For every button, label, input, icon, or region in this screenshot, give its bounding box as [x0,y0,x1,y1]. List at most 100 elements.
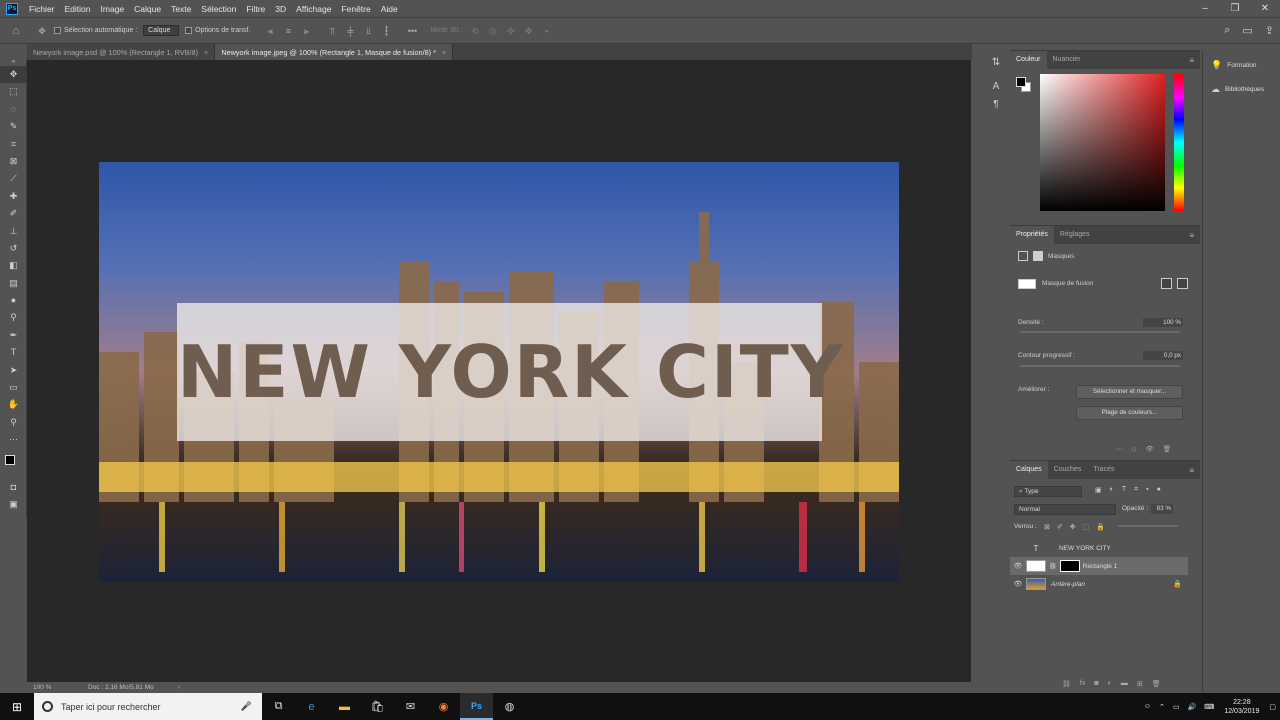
minimize-icon[interactable]: – [1190,0,1220,17]
lock-transparent-icon[interactable]: ⊠ [1044,523,1050,531]
lock-pixels-icon[interactable]: ✐ [1057,523,1063,531]
visibility-icon[interactable]: 👁 [1146,445,1154,453]
density-value[interactable]: 100 % [1143,318,1183,327]
lock-all-icon[interactable]: 🔒 [1096,523,1105,531]
fx-icon[interactable]: fx [1080,680,1085,688]
app-taskbar-icon[interactable]: ◍ [493,693,526,720]
density-slider[interactable] [1020,331,1180,333]
move-tool-icon[interactable]: ✥ [36,25,48,37]
menu-filtre[interactable]: Filtre [241,4,270,14]
mail-icon[interactable]: ✉ [394,693,427,720]
type-tool[interactable]: T [0,344,27,361]
close-icon[interactable]: ✕ [1250,0,1280,17]
shape-tool[interactable]: ▭ [0,379,27,396]
quick-select-tool[interactable]: ✎ [0,118,27,135]
delete-icon[interactable]: 🗑 [1163,445,1171,453]
lock-position-icon[interactable]: ✥ [1070,523,1076,531]
crop-tool[interactable]: ⌗ [0,136,27,153]
menu-fichier[interactable]: Fichier [24,4,60,14]
history-icon[interactable]: ⇅ [985,54,1007,72]
auto-select-option[interactable]: Sélection automatique : [54,27,137,34]
auto-select-checkbox[interactable] [54,27,61,34]
align-middle-icon[interactable]: ╪ [344,25,356,37]
pixel-filter-icon[interactable]: ▣ [1095,486,1102,494]
new-layer-icon[interactable]: ⊞ [1137,680,1143,688]
transform-option[interactable]: Options de transf. [185,27,250,34]
tab-newyork-jpeg[interactable]: Newyork image.jpeg @ 100% (Rectangle 1, … [215,44,454,60]
task-view-icon[interactable]: ⧉ [262,693,295,720]
menu-image[interactable]: Image [96,4,130,14]
eyedropper-tool[interactable]: ⟋ [0,170,27,187]
menu-fenetre[interactable]: Fenêtre [336,4,375,14]
tab-reglages[interactable]: Réglages [1054,226,1096,244]
layer-row-rectangle[interactable]: 👁 ⛓ Rectangle 1 [1010,557,1188,575]
load-selection-icon[interactable]: ⋯ [1116,445,1123,453]
layer-row-background[interactable]: 👁 Arrière-plan 🔒 [1010,575,1188,593]
shape-filter-icon[interactable]: ⌗ [1134,486,1138,494]
zoom-level[interactable]: 100 % [33,684,78,691]
fg-bg-colors[interactable] [0,449,27,479]
notifications-icon[interactable]: ▢ [1269,703,1276,711]
opacity-slider[interactable] [1118,525,1178,527]
workspace-icon[interactable]: ▭ [1242,24,1252,37]
people-icon[interactable]: ☺ [1144,703,1151,710]
apply-mask-icon[interactable] [1177,278,1188,289]
apply-icon[interactable]: ◇ [1132,445,1137,453]
firefox-icon[interactable]: ◉ [427,693,460,720]
layer-mask-icon[interactable] [1018,251,1028,261]
align-center-icon[interactable]: ≡ [282,25,294,37]
menu-edition[interactable]: Edition [60,4,96,14]
microphone-icon[interactable]: 🎤 [241,701,252,712]
transform-checkbox[interactable] [185,27,193,34]
clock[interactable]: 22:28 12/03/2019 [1224,698,1259,716]
filter-toggle-icon[interactable]: ● [1157,486,1161,494]
panel-menu-icon[interactable]: ≡ [1189,56,1194,65]
share-icon[interactable]: ⇪ [1265,24,1274,37]
tab-traces[interactable]: Tracés [1087,461,1120,479]
delete-layer-icon[interactable]: 🗑 [1152,680,1161,688]
menu-affichage[interactable]: Affichage [291,4,336,14]
chain-link-icon[interactable]: ⛓ [1049,563,1057,570]
tray-chevron-icon[interactable]: ⌃ [1159,703,1165,711]
group-icon[interactable]: ▬ [1121,680,1128,688]
align-left-icon[interactable]: ⫷ [264,25,276,37]
keyboard-icon[interactable]: ⌨ [1204,703,1214,711]
add-mask-icon[interactable]: ◙ [1094,680,1098,688]
formation-button[interactable]: 💡 Formation [1203,56,1280,74]
lasso-tool[interactable]: ◌ [0,101,27,118]
tab-couches[interactable]: Couches [1048,461,1088,479]
close-tab-icon[interactable]: × [204,48,208,57]
quick-mask-icon[interactable]: ◘ [0,479,27,496]
color-range-button[interactable]: Plage de couleurs... [1076,406,1183,420]
lock-artboard-icon[interactable]: ⬚ [1083,523,1090,531]
blend-mode-dropdown[interactable]: Normal [1014,504,1116,515]
tab-proprietes[interactable]: Propriétés [1010,226,1054,244]
search-icon[interactable]: ⌕ [1224,24,1230,37]
opacity-value[interactable]: 83 % [1151,504,1173,514]
status-arrow-icon[interactable]: › [178,684,180,691]
store-icon[interactable]: 🛍 [361,693,394,720]
taskbar-search[interactable]: Taper ici pour rechercher 🎤 [34,693,262,720]
stamp-tool[interactable]: ⊥ [0,223,27,240]
more-tools-icon[interactable]: ⋯ [0,431,27,448]
eraser-tool[interactable]: ◧ [0,257,27,274]
panel-menu-icon[interactable]: ≡ [1189,231,1194,240]
tab-couleur[interactable]: Couleur [1010,51,1047,69]
color-picker-field[interactable] [1040,74,1165,211]
select-mask-icon[interactable] [1161,278,1172,289]
hue-slider[interactable] [1174,74,1184,211]
adjustment-layer-icon[interactable]: ◐ [1108,680,1112,688]
type-filter-icon[interactable]: T [1122,486,1126,494]
tab-nuancier[interactable]: Nuancier [1047,51,1087,69]
menu-calque[interactable]: Calque [129,4,166,14]
restore-icon[interactable]: ❐ [1220,0,1250,17]
select-and-mask-button[interactable]: Sélectionner et masquer... [1076,385,1183,399]
history-brush-tool[interactable]: ↺ [0,240,27,257]
home-icon[interactable]: ⌂ [10,25,22,37]
network-icon[interactable]: ▭ [1173,703,1180,711]
align-right-icon[interactable]: ⫸ [300,25,312,37]
distribute-icon[interactable]: ┇ [380,25,392,37]
tab-calques[interactable]: Calques [1010,461,1048,479]
auto-select-dropdown[interactable]: Calque [143,25,180,36]
foreground-swatch[interactable] [5,454,15,465]
